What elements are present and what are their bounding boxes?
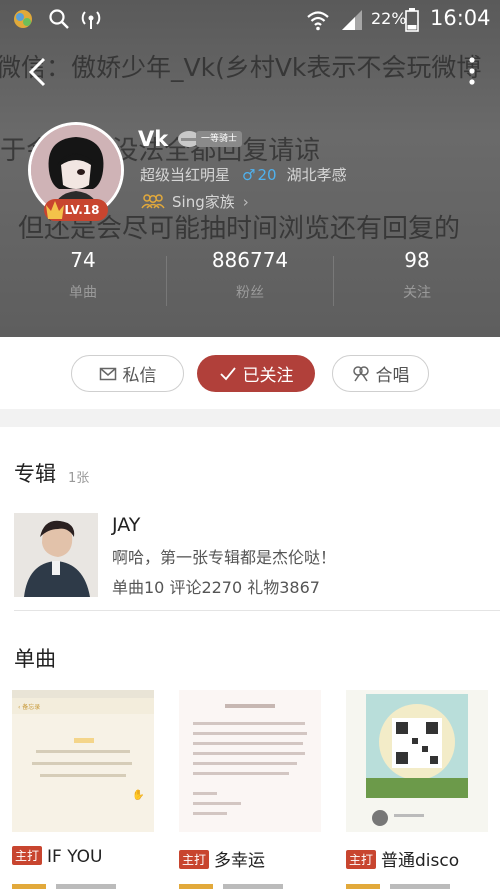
album-description: 啊哈，第一张专辑都是杰伦哒！ <box>112 548 337 567</box>
back-arrow-icon[interactable] <box>24 55 54 89</box>
album-stats: 单曲10 评论2270 礼物3867 <box>112 578 320 597</box>
svg-text:✋: ✋ <box>132 788 144 801</box>
album-name[interactable]: JAY <box>112 514 140 536</box>
mail-icon <box>99 367 116 380</box>
rating-stub <box>179 884 283 889</box>
single-thumbnail <box>179 690 321 832</box>
rank-badge: 一等骑士 <box>196 131 243 147</box>
album-section-title: 专辑 <box>14 462 56 486</box>
family-group-icon <box>141 194 165 209</box>
single-title: 主打 IF YOU <box>12 846 103 867</box>
single-card[interactable]: ‹ 备忘录 ✋ 主打 IF YOU <box>12 690 154 889</box>
album-cover-image <box>14 513 98 597</box>
check-icon <box>219 366 236 380</box>
featured-tag: 主打 <box>179 850 210 869</box>
duet-button-label: 合唱 <box>375 366 410 386</box>
stat-singles-value: 74 <box>70 248 96 272</box>
more-menu-icon[interactable] <box>462 54 482 88</box>
hotspot-icon <box>81 11 101 29</box>
search-icon <box>49 9 69 29</box>
status-bar: 22% 16:04 <box>0 0 500 38</box>
rating-stub <box>346 884 450 889</box>
single-title-text: 多幸运 <box>214 851 266 871</box>
chevron-right-icon: › <box>242 193 249 211</box>
single-title: 主打 多幸运 <box>179 846 265 871</box>
single-thumbnail: ‹ 备忘录 ✋ <box>12 690 154 832</box>
background-text-line1: 微信：傲娇少年_Vk(乡村Vk表示不会玩微博 <box>0 53 482 82</box>
album-cover[interactable] <box>14 513 98 597</box>
profile-meta: 超级当红明星 ♂ 20 湖北孝感 <box>140 164 347 185</box>
single-thumbnail <box>346 690 488 832</box>
family-link[interactable]: Sing家族 › <box>140 191 249 212</box>
single-title-text: IF YOU <box>47 847 103 867</box>
stat-following-value: 98 <box>404 248 430 272</box>
duet-icon <box>352 365 369 381</box>
stat-fans[interactable]: 886774 粉丝 <box>167 248 333 302</box>
male-gender-icon: ♂ <box>242 166 256 184</box>
family-name: Sing家族 <box>172 193 235 211</box>
section-gap <box>0 409 500 427</box>
cellular-signal-icon <box>342 10 362 30</box>
profile-location: 湖北孝感 <box>286 166 347 184</box>
battery-percent: 22% <box>371 9 407 28</box>
profile-title: 超级当红明星 <box>140 166 231 184</box>
svg-text:‹ 备忘录: ‹ 备忘录 <box>18 703 40 711</box>
featured-tag: 主打 <box>346 850 377 869</box>
message-button[interactable]: 私信 <box>71 355 184 392</box>
message-button-label: 私信 <box>122 366 157 386</box>
album-count: 1张 <box>68 471 90 486</box>
stat-following-label: 关注 <box>403 285 431 301</box>
stat-singles-label: 单曲 <box>69 285 97 301</box>
stat-fans-label: 粉丝 <box>236 285 264 301</box>
profile-age: 20 <box>257 166 277 184</box>
action-bar: 私信 已关注 合唱 <box>0 337 500 409</box>
single-title-text: 普通disco <box>381 851 460 871</box>
battery-icon <box>405 8 419 32</box>
single-card[interactable]: 主打 多幸运 <box>179 690 321 889</box>
profile-header: 微信：傲娇少年_Vk(乡村Vk表示不会玩微博 于会 太多没法全都回复请谅 但还是… <box>0 0 500 337</box>
follow-button-label: 已关注 <box>242 366 294 386</box>
singles-section-title: 单曲 <box>14 647 56 671</box>
follow-button[interactable]: 已关注 <box>197 355 315 392</box>
app-notification-icon <box>14 10 32 28</box>
divider <box>14 610 500 611</box>
stat-fans-value: 886774 <box>211 248 289 272</box>
rating-stub <box>12 884 116 889</box>
wifi-icon <box>307 11 329 31</box>
single-title: 主打 普通disco <box>346 846 459 871</box>
crown-icon <box>46 201 64 219</box>
clock: 16:04 <box>430 6 491 30</box>
featured-tag: 主打 <box>12 846 43 865</box>
stat-singles[interactable]: 74 单曲 <box>0 248 166 302</box>
stat-following[interactable]: 98 关注 <box>334 248 500 302</box>
single-card[interactable]: 主打 普通disco <box>346 690 488 889</box>
stats-row: 74 单曲 886774 粉丝 98 关注 <box>0 248 500 318</box>
profile-name: Vk <box>138 127 169 151</box>
duet-button[interactable]: 合唱 <box>332 355 429 392</box>
